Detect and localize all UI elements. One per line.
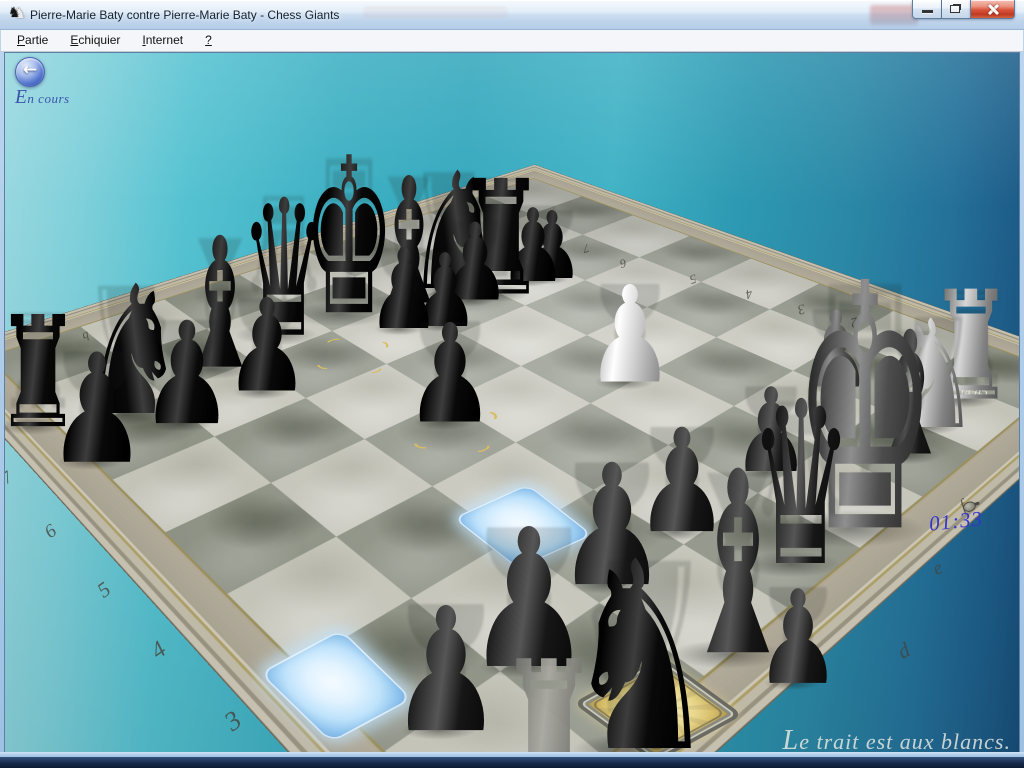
board-coordinate-label: 7 [4,467,16,488]
board-coordinate-label: 3 [218,704,247,737]
black-pawn-glyph: ♟ [140,305,234,447]
menu-item-help[interactable]: ? [199,30,218,49]
titlebar-highlight [0,0,1024,1]
dark-pawn-glyph: ♟ [389,585,503,752]
menu-item-internet[interactable]: Internet [136,30,189,49]
window-controls [912,0,1015,19]
app-window: ♞ ♞ Pierre-Marie Baty contre Pierre-Mari… [0,0,1024,768]
black-pawn-glyph: ♟ [405,307,496,443]
black-pawn-glyph: ♟ [47,334,147,485]
chess-knight-icon: ♞ ♞ [8,7,26,23]
window-title: Pierre-Marie Baty contre Pierre-Marie Ba… [30,8,339,22]
restore-button[interactable] [942,0,970,19]
menu-item-echiquier[interactable]: Echiquier [64,30,126,49]
status-label: En cours [15,87,70,109]
minimize-icon [922,10,933,13]
restore-icon [950,5,960,13]
white-pawn-glyph: ♟ [586,269,675,403]
minimize-button[interactable] [912,0,942,19]
ghost-rook-glyph: ♜ [497,638,601,752]
board-coordinate-label: d [893,637,914,664]
board-coordinate-label: 5 [92,577,115,603]
black-pawn-glyph: ♟ [224,284,309,412]
knight-glyph-black: ♞ [8,5,21,21]
menu-bar: Partie Echiquier Internet? [1,30,1023,52]
title-bar[interactable]: ♞ ♞ Pierre-Marie Baty contre Pierre-Mari… [0,0,1024,30]
board-coordinate-label: 4 [146,637,172,666]
game-viewport: 76543ab765432fed ♟♟♟♟♞♞♜♜♟♟♝♝♚♚♟♟♟♟♛♛♝♝♟… [4,52,1020,752]
dark-pawn-glyph: ♟ [755,574,841,704]
back-button[interactable]: ← [15,57,45,87]
menu-item-partie[interactable]: Partie [11,30,54,49]
close-button[interactable] [970,0,1015,19]
turn-message: Le trait est aux blancs. [783,725,1011,752]
window-bottom-frame [0,752,1024,768]
glass-reflection [363,7,508,18]
back-arrow-icon: ← [16,60,44,80]
glass-reflection [870,5,918,25]
board-coordinate-label: 6 [41,520,62,543]
close-icon [987,4,999,14]
